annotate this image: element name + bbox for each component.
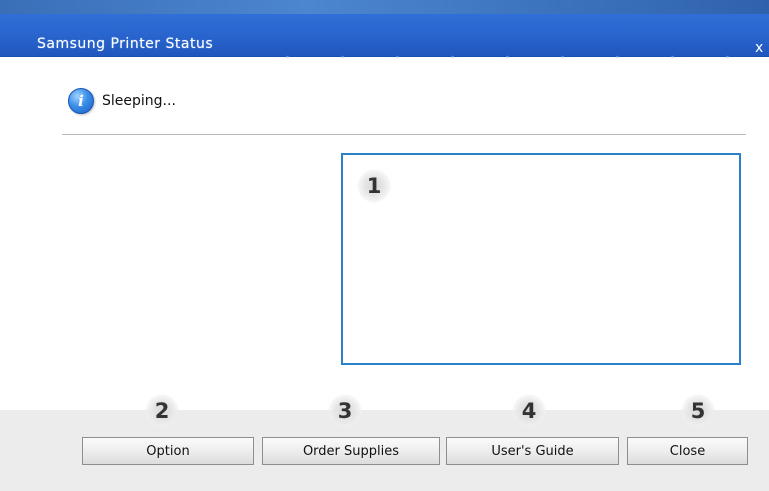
printer-status-window: Samsung Printer Status x i Sleeping... 1… xyxy=(0,0,769,491)
status-text: Sleeping... xyxy=(102,93,176,109)
callout-option: 2 xyxy=(145,394,179,428)
divider xyxy=(62,134,746,135)
option-button[interactable]: Option xyxy=(82,437,254,465)
callout-close: 5 xyxy=(681,394,715,428)
info-icon: i xyxy=(68,88,94,114)
window-close-button[interactable]: x xyxy=(755,38,769,58)
callout-users-guide: 4 xyxy=(512,394,546,428)
callout-panel: 1 xyxy=(357,169,391,203)
title-bar[interactable]: Samsung Printer Status x xyxy=(0,14,769,60)
users-guide-button[interactable]: User's Guide xyxy=(446,437,619,465)
printer-info-panel: 1 xyxy=(341,153,741,365)
close-button[interactable]: Close xyxy=(627,437,748,465)
desktop-background-strip xyxy=(0,0,769,14)
title-bar-decoration xyxy=(260,54,750,60)
order-supplies-button[interactable]: Order Supplies xyxy=(262,437,440,465)
callout-order-supplies: 3 xyxy=(328,394,362,428)
status-row: i Sleeping... xyxy=(68,86,176,116)
window-title: Samsung Printer Status xyxy=(37,36,214,52)
